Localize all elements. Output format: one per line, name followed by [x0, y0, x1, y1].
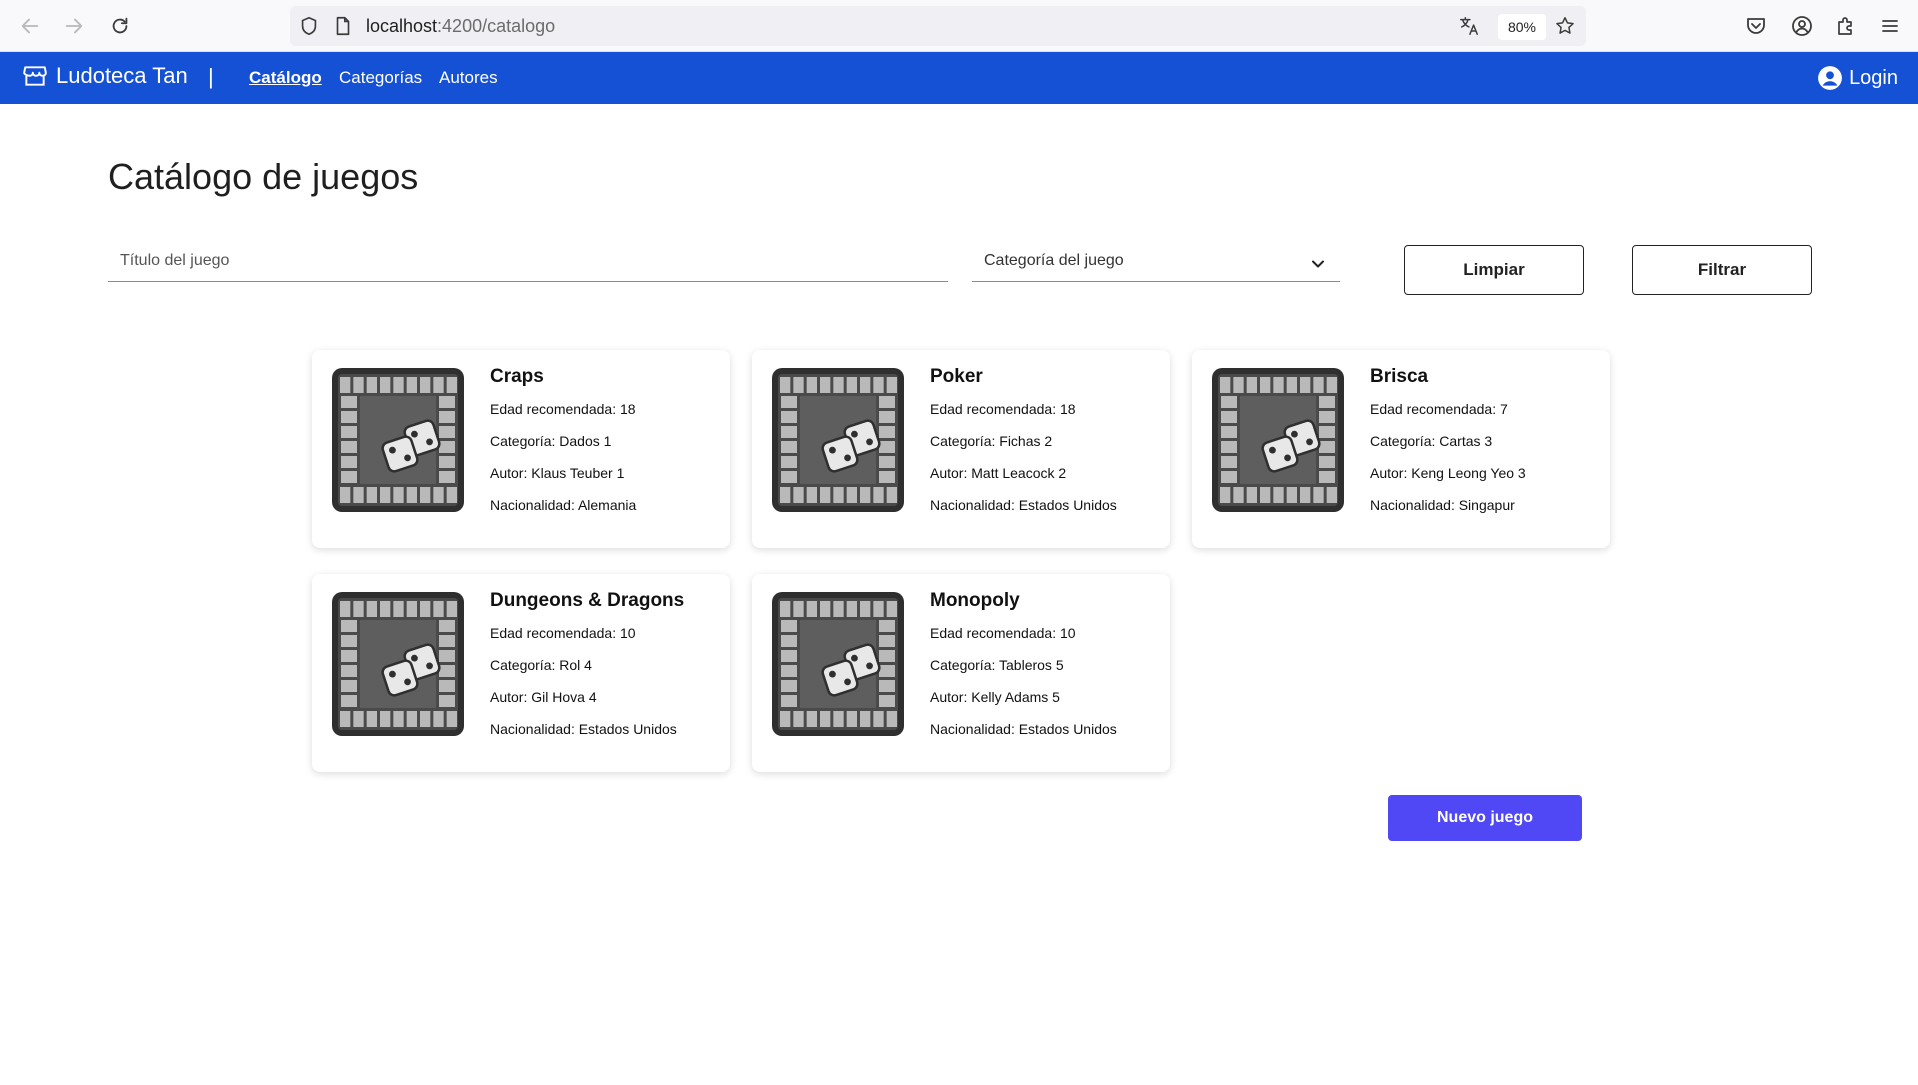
store-icon — [23, 66, 47, 86]
nav-catalogo[interactable]: Catálogo — [249, 68, 322, 88]
game-nationality: Nacionalidad: Alemania — [490, 497, 637, 513]
browser-toolbar: localhost:4200/catalogo 80% — [0, 0, 1918, 52]
game-age: Edad recomendada: 10 — [930, 625, 1076, 641]
page-title: Catálogo de juegos — [108, 156, 419, 197]
game-title: Poker — [930, 366, 983, 387]
login-label: Login — [1849, 66, 1898, 89]
game-title: Dungeons & Dragons — [490, 590, 685, 611]
game-card[interactable]: Brisca Edad recomendada: 7 Categoría: Ca… — [1192, 350, 1610, 548]
back-arrow-icon[interactable] — [16, 12, 44, 40]
game-author: Autor: Gil Hova 4 — [490, 689, 597, 705]
filter-button[interactable]: Filtrar — [1632, 245, 1812, 295]
url-host: localhost — [366, 16, 438, 36]
game-card[interactable]: Dungeons & Dragons Edad recomendada: 10 … — [312, 574, 730, 772]
star-icon[interactable] — [1554, 15, 1576, 37]
url-path: :4200/catalogo — [437, 16, 556, 36]
reload-icon[interactable] — [106, 12, 134, 40]
url-text[interactable]: localhost:4200/catalogo — [366, 16, 555, 37]
clear-button[interactable]: Limpiar — [1404, 245, 1584, 295]
new-game-button[interactable]: Nuevo juego — [1388, 795, 1582, 841]
brand-name: Ludoteca Tan — [56, 63, 188, 88]
title-input[interactable]: Título del juego — [108, 244, 948, 282]
game-author: Autor: Kelly Adams 5 — [930, 689, 1060, 705]
board-game-icon — [332, 368, 464, 512]
translate-icon[interactable] — [1458, 15, 1480, 37]
game-author: Autor: Matt Leacock 2 — [930, 465, 1067, 481]
game-category: Categoría: Rol 4 — [490, 657, 592, 673]
game-card[interactable]: Monopoly Edad recomendada: 10 Categoría:… — [752, 574, 1170, 772]
game-category: Categoría: Fichas 2 — [930, 433, 1053, 449]
game-category: Categoría: Dados 1 — [490, 433, 612, 449]
game-title: Brisca — [1370, 366, 1429, 387]
game-age: Edad recomendada: 18 — [490, 401, 636, 417]
account-circle-icon — [1818, 66, 1842, 90]
account-icon[interactable] — [1790, 14, 1814, 38]
menu-icon[interactable] — [1878, 14, 1902, 38]
app-header: Ludoteca Tan | Catálogo Categorías Autor… — [0, 52, 1918, 104]
game-nationality: Nacionalidad: Estados Unidos — [490, 721, 677, 737]
category-select[interactable]: Categoría del juego — [972, 244, 1340, 282]
board-game-icon — [772, 368, 904, 512]
game-age: Edad recomendada: 7 — [1370, 401, 1508, 417]
game-age: Edad recomendada: 10 — [490, 625, 636, 641]
url-bar[interactable]: localhost:4200/catalogo 80% — [290, 6, 1586, 46]
brand[interactable]: Ludoteca Tan — [22, 63, 188, 89]
pocket-icon[interactable] — [1744, 14, 1768, 38]
game-nationality: Nacionalidad: Estados Unidos — [930, 497, 1117, 513]
board-game-icon — [772, 592, 904, 736]
board-game-icon — [332, 592, 464, 736]
game-author: Autor: Klaus Teuber 1 — [490, 465, 625, 481]
page-icon[interactable] — [332, 15, 354, 37]
category-select-label: Categoría del juego — [984, 252, 1124, 269]
brand-separator: | — [208, 64, 214, 89]
game-card[interactable]: Poker Edad recomendada: 18 Categoría: Fi… — [752, 350, 1170, 548]
board-game-icon — [1212, 368, 1344, 512]
chevron-down-icon — [1308, 254, 1328, 274]
game-age: Edad recomendada: 18 — [930, 401, 1076, 417]
game-author: Autor: Keng Leong Yeo 3 — [1370, 465, 1526, 481]
game-title: Craps — [490, 366, 544, 387]
game-nationality: Nacionalidad: Singapur — [1370, 497, 1515, 513]
game-category: Categoría: Tableros 5 — [930, 657, 1064, 673]
login-button[interactable]: Login — [1817, 65, 1898, 91]
game-category: Categoría: Cartas 3 — [1370, 433, 1493, 449]
nav-autores[interactable]: Autores — [439, 68, 498, 88]
title-input-label: Título del juego — [120, 252, 230, 269]
nav-categorias[interactable]: Categorías — [339, 68, 422, 88]
shield-icon[interactable] — [298, 15, 320, 37]
forward-arrow-icon[interactable] — [60, 12, 88, 40]
zoom-level[interactable]: 80% — [1498, 14, 1546, 40]
game-title: Monopoly — [930, 590, 1020, 611]
game-nationality: Nacionalidad: Estados Unidos — [930, 721, 1117, 737]
game-card[interactable]: Craps Edad recomendada: 18 Categoría: Da… — [312, 350, 730, 548]
extensions-icon[interactable] — [1834, 14, 1858, 38]
